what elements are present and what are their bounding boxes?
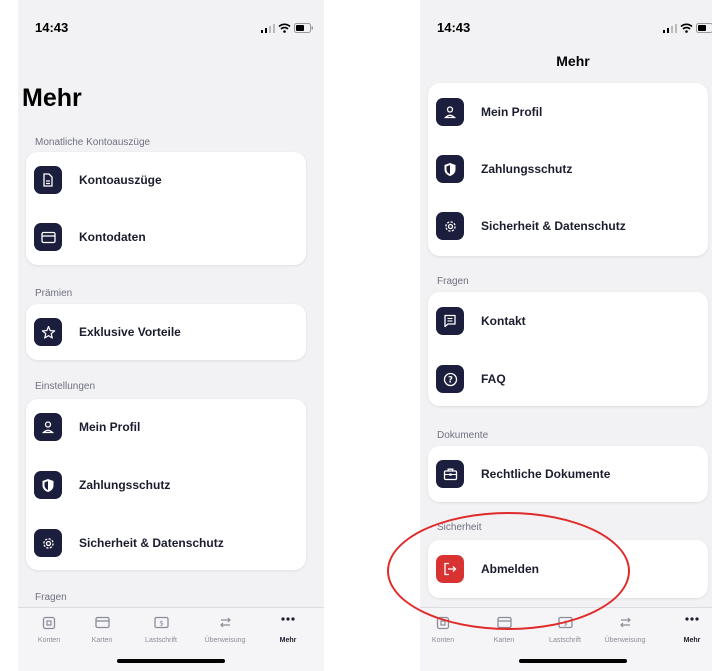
tab-label: Mehr — [279, 637, 297, 644]
svg-text:?: ? — [448, 375, 453, 385]
wifi-icon — [278, 23, 291, 33]
menu-item-payment-protection[interactable]: Zahlungsschutz — [26, 465, 306, 505]
page-title: Mehr — [556, 53, 590, 69]
card-settings: Mein Profil Zahlungsschutz Sicherheit & … — [26, 399, 306, 570]
highlight-ellipse — [387, 512, 630, 630]
more-icon — [685, 617, 699, 621]
tab-lastschrift[interactable]: $ Lastschrift — [132, 608, 190, 648]
tab-label: Überweisung — [204, 637, 246, 644]
tab-label: Karten — [493, 637, 515, 644]
page-title: Mehr — [22, 84, 82, 112]
card-icon — [34, 223, 62, 251]
section-label-settings: Einstellungen — [35, 381, 96, 392]
tab-ueberweisung[interactable]: Überweisung — [196, 608, 254, 648]
menu-item-payment-protection[interactable]: Zahlungsschutz — [428, 149, 708, 189]
menu-item-label: Sicherheit & Datenschutz — [79, 536, 224, 550]
card-icon — [94, 616, 110, 629]
section-label-questions: Fragen — [437, 276, 469, 287]
battery-icon — [294, 23, 313, 33]
tab-karten[interactable]: Karten — [73, 608, 131, 648]
battery-icon — [696, 23, 712, 33]
section-label-questions: Fragen — [35, 592, 67, 603]
tab-label: Lastschrift — [145, 637, 177, 644]
status-time: 14:43 — [35, 20, 69, 35]
tab-label: Überweisung — [604, 637, 646, 644]
menu-item-label: Mein Profil — [79, 420, 141, 434]
menu-item-security-privacy[interactable]: Sicherheit & Datenschutz — [26, 523, 306, 563]
cellular-signal-icon — [261, 24, 275, 33]
card-questions: Kontakt ? FAQ — [428, 292, 708, 406]
left-screen: 14:43 Mehr Monatliche Kontoauszüge Konto… — [18, 0, 324, 671]
section-label-monthly-statements: Monatliche Kontoauszüge — [35, 137, 151, 148]
more-icon — [281, 617, 295, 621]
status-time: 14:43 — [437, 20, 471, 35]
menu-item-label: Kontodaten — [79, 230, 146, 244]
tab-label: Lastschrift — [549, 637, 581, 644]
account-icon — [42, 616, 56, 630]
star-icon — [34, 318, 62, 346]
menu-item-kontodaten[interactable]: Kontodaten — [26, 217, 306, 257]
tab-label: Karten — [91, 637, 113, 644]
shield-icon — [34, 471, 62, 499]
status-bar: 14:43 — [420, 20, 712, 40]
home-indicator — [117, 659, 225, 663]
transfer-icon — [619, 617, 631, 628]
card-rewards: Exklusive Vorteile — [26, 304, 306, 360]
shield-icon — [436, 155, 464, 183]
menu-item-label: Exklusive Vorteile — [79, 325, 181, 339]
tab-label: Konten — [37, 637, 61, 644]
menu-item-label: FAQ — [481, 372, 506, 386]
menu-item-label: Zahlungsschutz — [481, 162, 573, 176]
menu-item-label: Kontoauszüge — [79, 173, 162, 187]
section-label-rewards: Prämien — [35, 288, 73, 299]
tab-mehr[interactable]: Mehr — [663, 608, 712, 648]
menu-item-my-profile[interactable]: Mein Profil — [26, 407, 306, 447]
menu-item-contact[interactable]: Kontakt — [428, 301, 708, 341]
gear-icon — [436, 212, 464, 240]
tab-label: Konten — [431, 637, 455, 644]
tab-label: Mehr — [683, 637, 701, 644]
menu-item-exclusive-benefits[interactable]: Exklusive Vorteile — [26, 312, 306, 352]
question-icon: ? — [436, 365, 464, 393]
card-monthly-statements: Kontoauszüge Kontodaten — [26, 152, 306, 265]
document-icon — [34, 166, 62, 194]
profile-icon — [436, 98, 464, 126]
section-label-documents: Dokumente — [437, 430, 489, 441]
menu-item-legal-documents[interactable]: Rechtliche Dokumente — [428, 454, 708, 494]
menu-item-label: Kontakt — [481, 314, 526, 328]
svg-text:$: $ — [159, 620, 163, 628]
menu-item-kontoauszuege[interactable]: Kontoauszüge — [26, 160, 306, 200]
tab-mehr[interactable]: Mehr — [259, 608, 317, 648]
briefcase-icon — [436, 460, 464, 488]
menu-item-label: Sicherheit & Datenschutz — [481, 219, 626, 233]
menu-item-label: Zahlungsschutz — [79, 478, 171, 492]
menu-item-label: Rechtliche Dokumente — [481, 467, 611, 481]
gear-icon — [34, 529, 62, 557]
debit-icon: $ — [153, 616, 169, 629]
card-documents: Rechtliche Dokumente — [428, 446, 708, 502]
menu-item-label: Mein Profil — [481, 105, 543, 119]
menu-item-security-privacy[interactable]: Sicherheit & Datenschutz — [428, 206, 708, 246]
message-icon — [436, 307, 464, 335]
menu-item-my-profile[interactable]: Mein Profil — [428, 92, 708, 132]
status-bar: 14:43 — [18, 20, 324, 40]
profile-icon — [34, 413, 62, 441]
cellular-signal-icon — [663, 24, 677, 33]
tab-konten[interactable]: Konten — [20, 608, 78, 648]
tab-ueberweisung[interactable]: Überweisung — [596, 608, 654, 648]
transfer-icon — [219, 617, 231, 628]
wifi-icon — [680, 23, 693, 33]
home-indicator — [519, 659, 627, 663]
menu-item-faq[interactable]: ? FAQ — [428, 359, 708, 399]
card-settings: Mein Profil Zahlungsschutz Sicherheit & … — [428, 83, 708, 256]
